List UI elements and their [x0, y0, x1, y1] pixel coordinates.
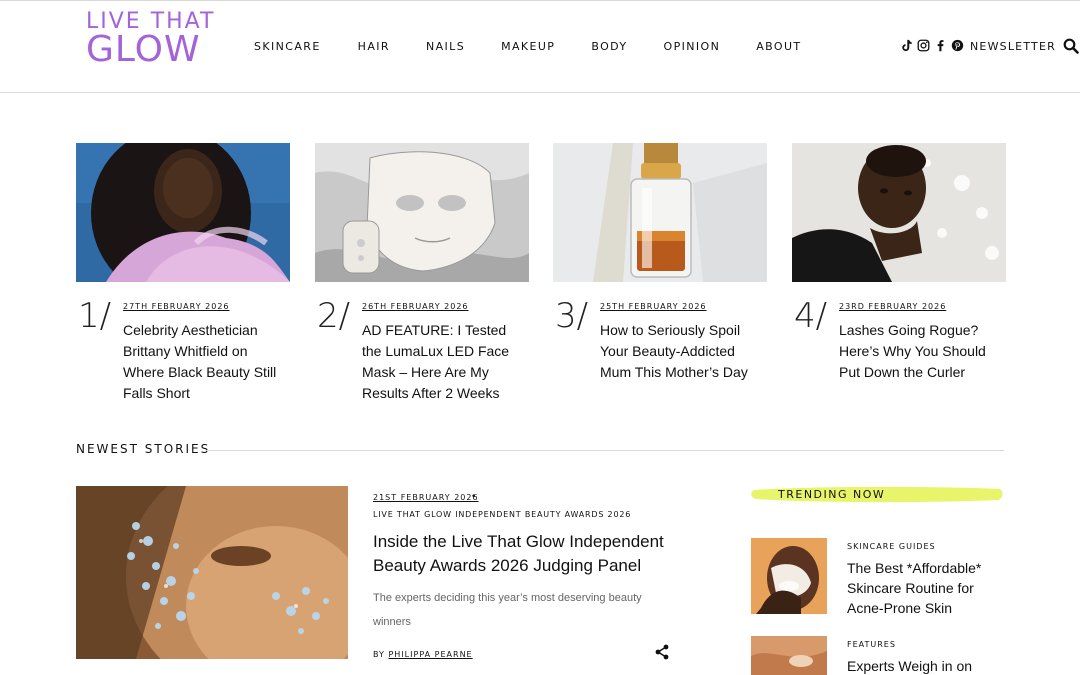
article-date-3[interactable]: 25TH FEBRUARY 2026: [600, 302, 707, 311]
article-title-2[interactable]: AD FEATURE: I Tested the LumaLux LED Fac…: [362, 320, 527, 404]
nav-opinion[interactable]: OPINION: [664, 40, 721, 53]
article-date-2[interactable]: 26TH FEBRUARY 2026: [362, 302, 469, 311]
site-logo[interactable]: LIVE THAT GLOW: [86, 11, 215, 68]
trending-thumb-1[interactable]: [751, 538, 827, 614]
trending-heading: TRENDING NOW: [778, 488, 886, 501]
author-link[interactable]: PHILIPPA PEARNE: [388, 650, 472, 659]
featured-image-3[interactable]: [553, 143, 767, 282]
nav-makeup[interactable]: MAKEUP: [501, 40, 555, 53]
facebook-icon[interactable]: [934, 39, 947, 52]
article-date-4[interactable]: 23RD FEBRUARY 2026: [839, 302, 946, 311]
story-byline: BY PHILIPPA PEARNE: [373, 650, 473, 659]
featured-image-2[interactable]: [315, 143, 529, 282]
story-date[interactable]: 21ST FEBRUARY 2026: [373, 493, 479, 502]
trending-thumb-2[interactable]: [751, 636, 827, 675]
logo-line-2: GLOW: [86, 29, 201, 70]
nav-hair[interactable]: HAIR: [358, 40, 390, 53]
article-title-1[interactable]: Celebrity Aesthetician Brittany Whitfiel…: [123, 320, 288, 404]
featured-article-2[interactable]: 2/ 26TH FEBRUARY 2026 AD FEATURE: I Test…: [315, 143, 529, 401]
newsletter-link[interactable]: NEWSLETTER: [970, 40, 1056, 53]
nav-body[interactable]: BODY: [591, 40, 627, 53]
featured-image-1[interactable]: [76, 143, 290, 282]
rank-number-3: 3/: [555, 296, 589, 336]
trending-category-1[interactable]: SKINCARE GUIDES: [847, 542, 936, 551]
rank-number-2: 2/: [317, 296, 351, 336]
share-icon[interactable]: [655, 644, 669, 664]
section-divider: [206, 450, 1004, 451]
featured-article-4[interactable]: 4/ 23RD FEBRUARY 2026 Lashes Going Rogue…: [792, 143, 1006, 380]
rank-number-1: 1/: [78, 296, 112, 336]
social-links: [900, 39, 964, 52]
story-image[interactable]: [76, 486, 348, 659]
byline-prefix: BY: [373, 650, 385, 659]
story-excerpt: The experts deciding this year’s most de…: [373, 592, 642, 628]
story-category[interactable]: LIVE THAT GLOW INDEPENDENT BEAUTY AWARDS…: [373, 510, 631, 519]
nav-about[interactable]: ABOUT: [756, 40, 801, 53]
main-nav: SKINCARE HAIR NAILS MAKEUP BODY OPINION …: [254, 40, 838, 53]
article-date-1[interactable]: 27TH FEBRUARY 2026: [123, 302, 230, 311]
separator-dot: •: [471, 492, 477, 502]
featured-article-3[interactable]: 3/ 25TH FEBRUARY 2026 How to Seriously S…: [553, 143, 767, 380]
tiktok-icon[interactable]: [900, 39, 913, 52]
trending-item-2[interactable]: FEATURES Experts Weigh in on These: [751, 636, 1004, 675]
trending-item-1[interactable]: SKINCARE GUIDES The Best *Affordable* Sk…: [751, 538, 1004, 616]
featured-article-1[interactable]: 1/ 27TH FEBRUARY 2026 Celebrity Aestheti…: [76, 143, 290, 401]
trending-category-2[interactable]: FEATURES: [847, 640, 896, 649]
article-title-3[interactable]: How to Seriously Spoil Your Beauty-Addic…: [600, 320, 765, 383]
trending-title-2[interactable]: Experts Weigh in on These: [847, 656, 1007, 675]
nav-skincare[interactable]: SKINCARE: [254, 40, 321, 53]
search-icon[interactable]: [1063, 38, 1079, 58]
instagram-icon[interactable]: [917, 39, 930, 52]
trending-title-1[interactable]: The Best *Affordable* Skincare Routine f…: [847, 558, 1007, 618]
site-header: LIVE THAT GLOW SKINCARE HAIR NAILS MAKEU…: [0, 0, 1080, 93]
nav-nails[interactable]: NAILS: [426, 40, 465, 53]
newest-stories-heading: NEWEST STORIES: [76, 442, 211, 456]
pinterest-icon[interactable]: [951, 39, 964, 52]
story-title[interactable]: Inside the Live That Glow Independent Be…: [373, 530, 673, 578]
article-title-4[interactable]: Lashes Going Rogue? Here’s Why You Shoul…: [839, 320, 1004, 383]
rank-number-4: 4/: [794, 296, 828, 336]
featured-image-4[interactable]: [792, 143, 1006, 282]
